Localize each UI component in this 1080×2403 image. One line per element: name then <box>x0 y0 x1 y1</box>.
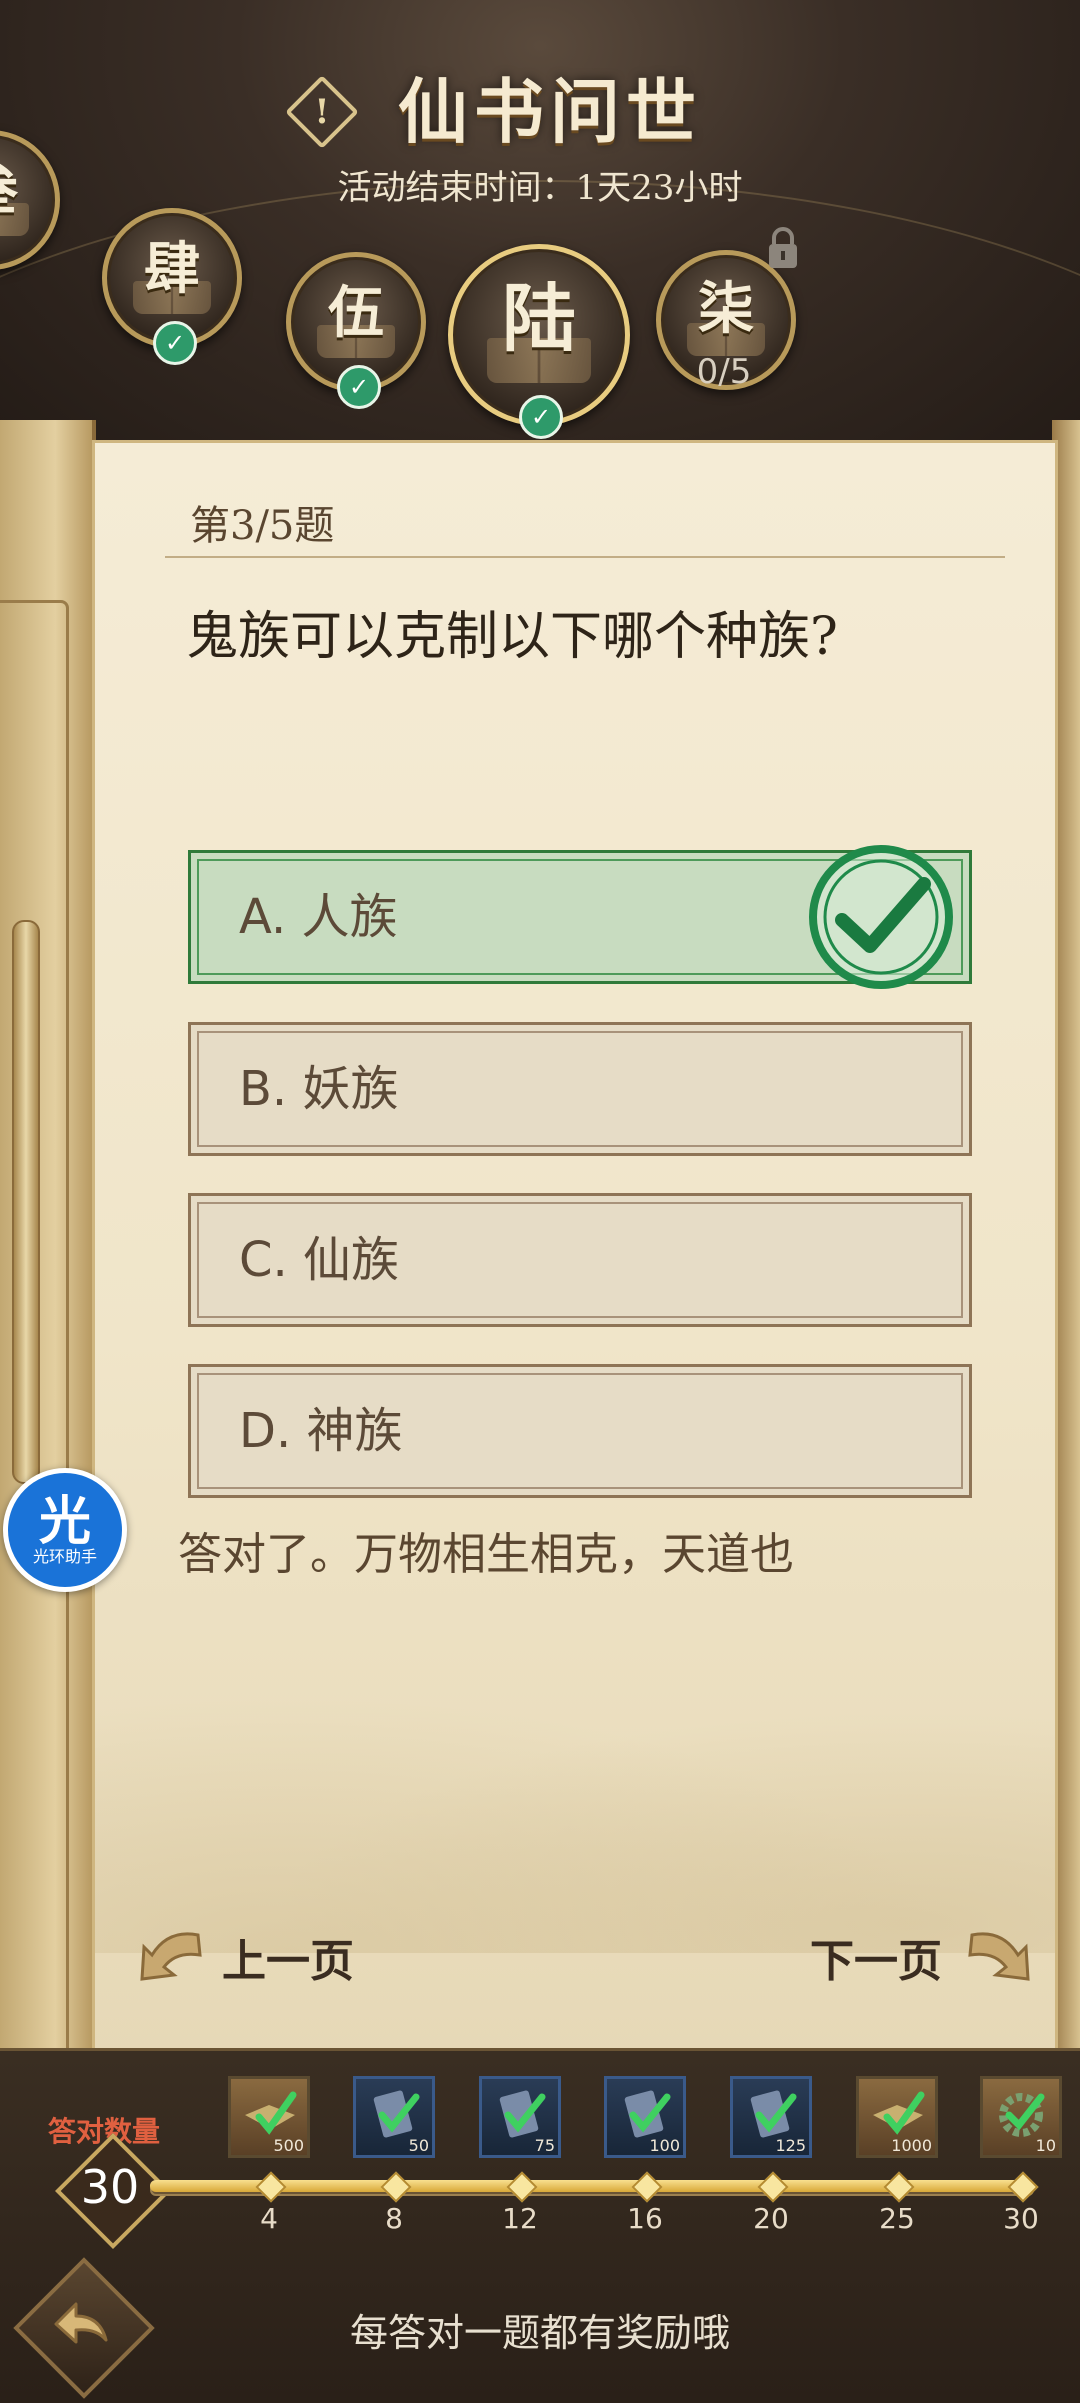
milestone-label: 4 <box>260 2202 278 2235</box>
reward-qty: 10 <box>1035 2136 1056 2155</box>
next-page-button[interactable]: 下一页 <box>810 1925 942 1989</box>
reward-qty: 500 <box>273 2136 304 2155</box>
answer-feedback: 答对了。万物相生相克，天道也 <box>178 1529 794 1580</box>
blue-book-icon <box>373 2090 420 2138</box>
reward-qty: 100 <box>649 2136 680 2155</box>
correct-count-value: 30 <box>80 2160 140 2214</box>
side-scrollbar[interactable] <box>12 920 40 1484</box>
chapter-progress: 0/5 <box>696 352 752 392</box>
page-title: 仙书问世 <box>398 70 702 153</box>
prev-page-button[interactable]: 上一页 <box>222 1925 354 1989</box>
milestone-label: 20 <box>753 2202 789 2235</box>
chapter-label: 叁 <box>0 135 55 245</box>
reward-item-3[interactable]: 75 <box>479 2076 561 2158</box>
reward-qty: 75 <box>534 2136 555 2155</box>
milestone-label: 12 <box>502 2202 538 2235</box>
reward-item-1[interactable]: 500 <box>228 2076 310 2158</box>
chapter-label: 柒 <box>698 276 754 342</box>
check-icon: ✓ <box>153 321 197 365</box>
divider <box>165 556 1005 558</box>
chapter-label: 陆 <box>502 276 576 362</box>
question-number: 第3/5题 <box>190 503 335 549</box>
green-scroll-icon <box>873 2091 925 2135</box>
reward-item-4[interactable]: 100 <box>604 2076 686 2158</box>
reward-tip: 每答对一题都有奖励哦 <box>349 2311 730 2355</box>
reward-qty: 1000 <box>891 2136 932 2155</box>
cloud-decoration <box>95 1653 1055 1953</box>
reward-qty: 125 <box>775 2136 806 2155</box>
milestone-label: 30 <box>1003 2202 1039 2235</box>
milestone-label: 25 <box>879 2202 915 2235</box>
chapter-tab-3[interactable]: 叁 <box>0 130 60 270</box>
gear-token-icon <box>999 2093 1045 2137</box>
check-icon: ✓ <box>337 365 381 409</box>
reward-item-2[interactable]: 50 <box>353 2076 435 2158</box>
reward-item-6[interactable]: 1000 <box>856 2076 938 2158</box>
event-countdown: 活动结束时间：1天23小时 <box>337 168 743 208</box>
correct-check-icon <box>809 845 953 989</box>
milestone-label: 8 <box>385 2202 403 2235</box>
chapter-tab-6[interactable]: 陆 ✓ <box>448 244 630 439</box>
option-b[interactable]: B. 妖族 <box>188 1022 972 1156</box>
blue-book-icon <box>499 2090 546 2138</box>
next-arrow-icon[interactable] <box>962 1925 1032 1985</box>
option-label: C. 仙族 <box>239 1232 400 1288</box>
option-d[interactable]: D. 神族 <box>188 1364 972 1498</box>
exclamation-icon[interactable]: ! <box>285 75 359 149</box>
chapter-label: 伍 <box>328 280 384 346</box>
lock-icon <box>769 227 797 268</box>
milestone-label: 16 <box>627 2202 663 2235</box>
option-label: B. 妖族 <box>239 1061 399 1117</box>
chapter-tab-4[interactable]: 肆 ✓ <box>102 208 242 365</box>
option-c[interactable]: C. 仙族 <box>188 1193 972 1327</box>
event-header: ! 仙书问世 活动结束时间：1天23小时 叁 肆 ✓ 伍 ✓ 陆 ✓ 柒 0/5 <box>0 0 1080 460</box>
prev-arrow-icon[interactable] <box>138 1925 208 1985</box>
helper-name: 光环助手 <box>32 1547 97 1566</box>
blue-book-icon <box>750 2090 797 2138</box>
option-label: A. 人族 <box>239 889 398 945</box>
blue-book-icon <box>624 2090 671 2138</box>
option-label: D. 神族 <box>239 1403 403 1459</box>
helper-badge[interactable]: 光 光环助手 <box>3 1468 127 1592</box>
question-text: 鬼族可以克制以下哪个种族? <box>186 607 838 667</box>
check-icon: ✓ <box>519 395 563 439</box>
reward-item-5[interactable]: 125 <box>730 2076 812 2158</box>
reward-qty: 50 <box>408 2136 429 2155</box>
chapter-tab-5[interactable]: 伍 ✓ <box>286 252 426 409</box>
green-scroll-icon <box>245 2091 297 2135</box>
chapter-label: 肆 <box>144 236 200 302</box>
reward-item-7[interactable]: 10 <box>980 2076 1062 2158</box>
